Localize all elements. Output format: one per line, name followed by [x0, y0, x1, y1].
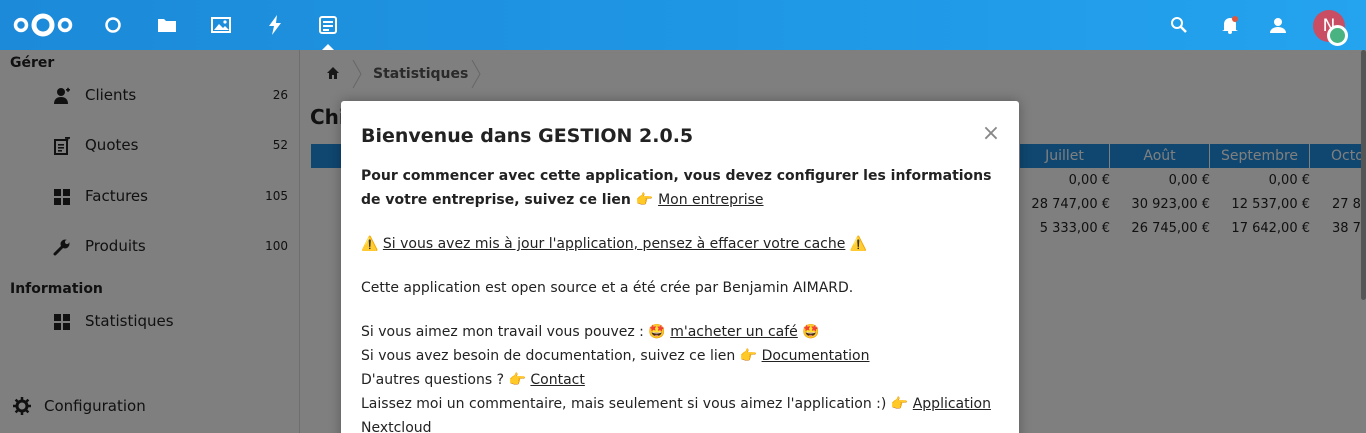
contact-line: D'autres questions ? 👉 Contact [361, 368, 1006, 392]
setup-paragraph: Pour commencer avec cette application, v… [361, 164, 1006, 212]
search-icon[interactable] [1167, 13, 1191, 37]
user-status-indicator [1327, 25, 1348, 46]
documentation-line: Si vous avez besoin de documentation, su… [361, 344, 1006, 368]
comment-line: Laissez moi un commentaire, mais seuleme… [361, 392, 1006, 433]
author-paragraph: Cette application est open source et a é… [361, 280, 854, 296]
buy-coffee-link[interactable]: m'acheter un café [670, 324, 798, 340]
cache-warning-line: ⚠️ Si vous avez mis à jour l'application… [361, 232, 1006, 256]
notifications-bell-icon[interactable] [1218, 13, 1242, 37]
comment-text: Laissez moi un commentaire, mais seuleme… [361, 396, 887, 412]
pointing-hand-icon: 👉 [739, 348, 758, 364]
warning-icon: ⚠️ [361, 236, 379, 252]
contact-text: D'autres questions ? [361, 372, 505, 388]
coffee-line: Si vous aimez mon travail vous pouvez : … [361, 320, 1006, 344]
documentation-link[interactable]: Documentation [762, 348, 870, 364]
star-eyes-icon: 🤩 [648, 324, 666, 340]
modal-body: Pour commencer avec cette application, v… [361, 164, 1006, 433]
modal-title: Bienvenue dans GESTION 2.0.5 [361, 125, 694, 147]
coffee-text: Si vous aimez mon travail vous pouvez : [361, 324, 644, 340]
mon-entreprise-link[interactable]: Mon entreprise [658, 192, 763, 208]
warning-icon: ⚠️ [849, 236, 868, 252]
nextcloud-logo[interactable] [10, 9, 76, 41]
files-app-icon[interactable] [155, 13, 179, 37]
close-icon[interactable]: × [981, 123, 1001, 145]
cache-warning-link[interactable]: Si vous avez mis à jour l'application, p… [383, 236, 845, 252]
gestion-app-icon[interactable] [316, 13, 340, 37]
documentation-text: Si vous avez besoin de documentation, su… [361, 348, 736, 364]
photos-app-icon[interactable] [209, 13, 233, 37]
star-eyes-icon: 🤩 [802, 324, 820, 340]
activity-app-icon[interactable] [263, 13, 287, 37]
contact-link[interactable]: Contact [530, 372, 584, 388]
contacts-icon[interactable] [1267, 13, 1291, 37]
welcome-modal: Bienvenue dans GESTION 2.0.5 × Pour comm… [341, 101, 1019, 433]
top-header: N [0, 0, 1366, 50]
pointing-hand-icon: 👉 [635, 192, 654, 208]
dashboard-app-icon[interactable] [101, 13, 125, 37]
pointing-hand-icon: 👉 [890, 396, 909, 412]
pointing-hand-icon: 👉 [508, 372, 526, 388]
